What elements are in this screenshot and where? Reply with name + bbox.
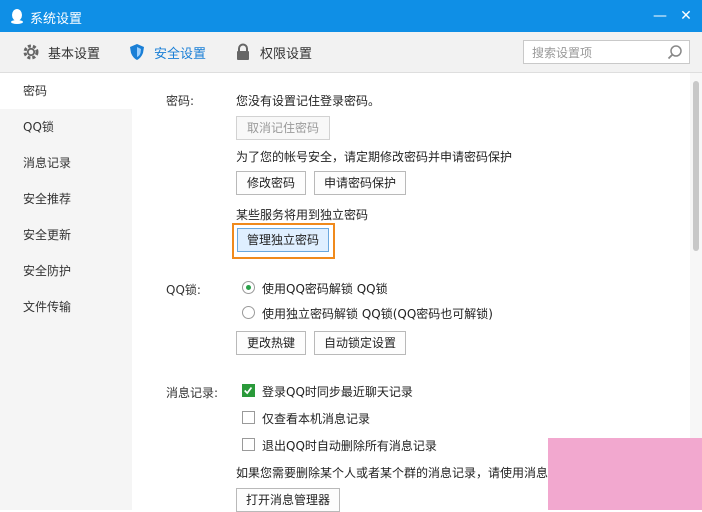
open-message-manager-button[interactable]: 打开消息管理器 xyxy=(236,488,340,512)
sync-history-label[interactable]: 登录QQ时同步最近聊天记录 xyxy=(262,383,413,400)
delete-records-hint: 如果您需要删除某个人或者某个群的消息记录，请使用消息 xyxy=(236,466,548,480)
settings-tabbar: 基本设置 安全设置 权限设置 xyxy=(0,32,702,73)
shield-icon xyxy=(130,44,144,60)
sidebar-item-security-protection[interactable]: 安全防护 xyxy=(0,253,132,289)
search-icon[interactable] xyxy=(667,44,683,60)
independent-password-hint: 某些服务将用到独立密码 xyxy=(236,208,369,222)
message-log-section-label: 消息记录: xyxy=(166,386,219,400)
close-button[interactable]: ✕ xyxy=(676,6,696,26)
qqlock-option2-label[interactable]: 使用独立密码解锁 QQ锁(QQ密码也可解锁) xyxy=(262,305,493,322)
sidebar-item-security-recommend[interactable]: 安全推荐 xyxy=(0,181,132,217)
tab-label: 安全设置 xyxy=(154,46,207,62)
tab-permission-settings[interactable]: 权限设置 xyxy=(234,32,312,72)
cancel-remember-password-button[interactable]: 取消记住密码 xyxy=(236,116,330,140)
tab-security-settings[interactable]: 安全设置 xyxy=(128,32,206,72)
auto-lock-settings-button[interactable]: 自动锁定设置 xyxy=(314,331,406,355)
title-bar: 系统设置 — ✕ xyxy=(0,0,702,32)
lock-icon xyxy=(237,43,249,60)
tab-basic-settings[interactable]: 基本设置 xyxy=(22,32,100,72)
search-input[interactable] xyxy=(530,42,664,64)
minimize-button[interactable]: — xyxy=(650,6,670,26)
tab-label: 权限设置 xyxy=(260,46,313,62)
qq-penguin-icon xyxy=(11,9,23,24)
qqlock-qq-password-radio[interactable] xyxy=(242,281,255,294)
sync-history-checkbox[interactable] xyxy=(242,384,255,397)
change-hotkey-button[interactable]: 更改热键 xyxy=(236,331,306,355)
sidebar-item-security-update[interactable]: 安全更新 xyxy=(0,217,132,253)
auto-delete-label[interactable]: 退出QQ时自动删除所有消息记录 xyxy=(262,437,437,454)
no-saved-password-text: 您没有设置记住登录密码。 xyxy=(236,94,381,108)
manage-independent-password-button[interactable]: 管理独立密码 xyxy=(237,228,329,252)
tab-label: 基本设置 xyxy=(48,46,101,62)
local-only-label[interactable]: 仅查看本机消息记录 xyxy=(262,410,370,427)
settings-sidebar: 密码 QQ锁 消息记录 安全推荐 安全更新 安全防护 文件传输 xyxy=(0,73,132,510)
sidebar-item-message-log[interactable]: 消息记录 xyxy=(0,145,132,181)
gear-icon xyxy=(23,44,39,60)
qqlock-option1-label[interactable]: 使用QQ密码解锁 QQ锁 xyxy=(262,280,388,297)
password-security-hint: 为了您的帐号安全，请定期修改密码并申请密码保护 xyxy=(236,150,513,164)
watermark-overlay xyxy=(548,438,702,510)
search-box[interactable] xyxy=(523,40,690,64)
change-password-button[interactable]: 修改密码 xyxy=(236,171,306,195)
checkmark-icon xyxy=(244,387,253,395)
qqlock-section-label: QQ锁: xyxy=(166,283,201,297)
auto-delete-checkbox[interactable] xyxy=(242,438,255,451)
apply-password-protection-button[interactable]: 申请密码保护 xyxy=(314,171,406,195)
window-title: 系统设置 xyxy=(30,12,83,27)
password-section-label: 密码: xyxy=(166,94,195,108)
sidebar-item-password[interactable]: 密码 xyxy=(0,73,132,109)
local-only-checkbox[interactable] xyxy=(242,411,255,424)
sidebar-item-file-transfer[interactable]: 文件传输 xyxy=(0,289,132,325)
sidebar-item-qqlock[interactable]: QQ锁 xyxy=(0,109,132,145)
qqlock-independent-password-radio[interactable] xyxy=(242,306,255,319)
scrollbar-thumb[interactable] xyxy=(693,81,699,251)
